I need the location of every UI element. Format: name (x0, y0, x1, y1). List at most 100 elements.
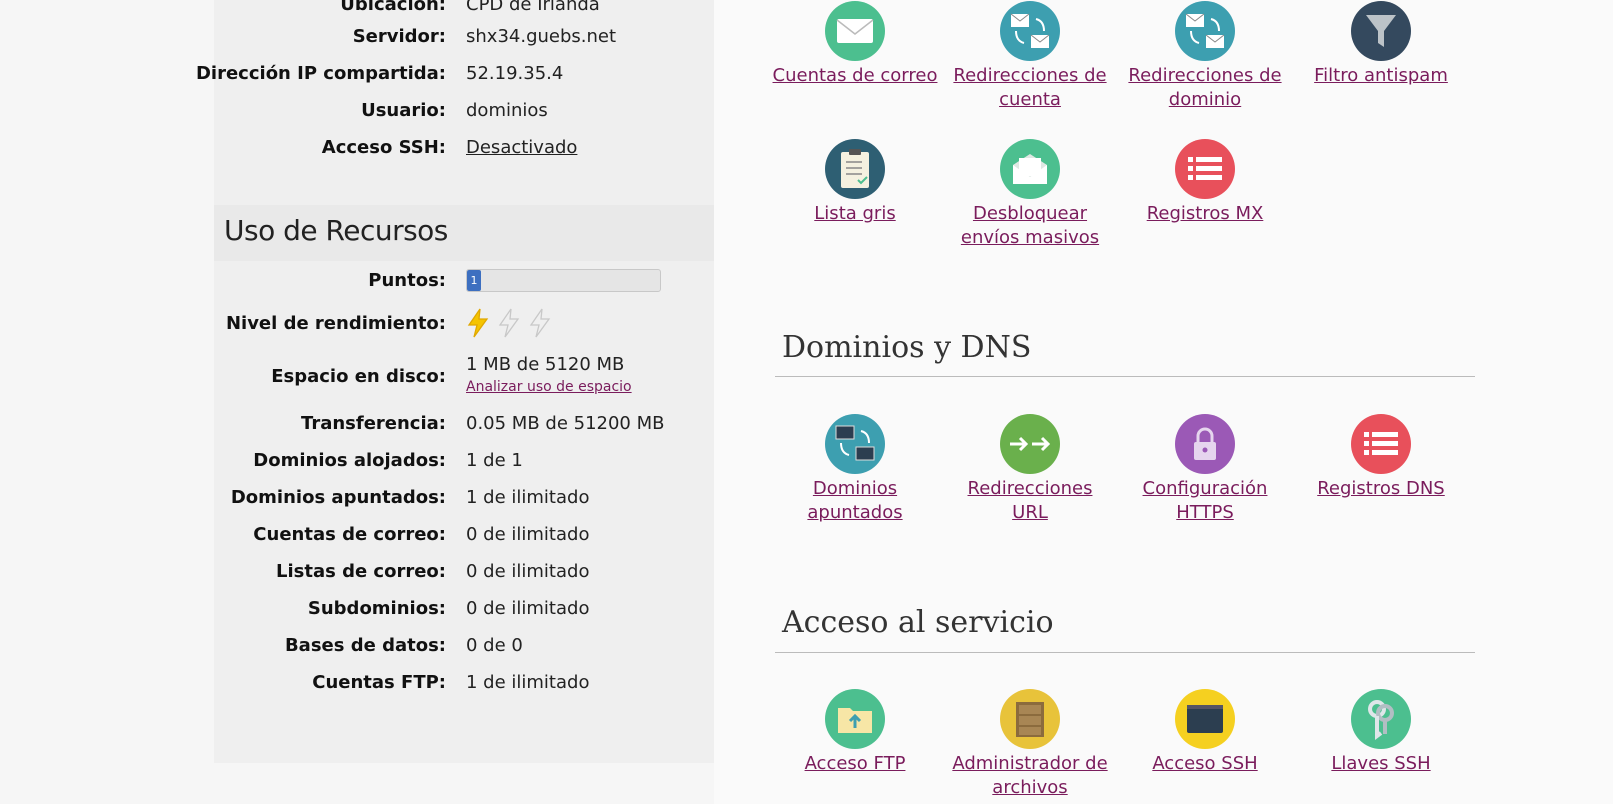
mail-redirect-icon[interactable] (1000, 1, 1060, 61)
service-tile-label-line[interactable]: Administrador de (945, 752, 1115, 776)
service-tile-label[interactable]: Filtro antispam (1296, 64, 1466, 88)
terminal-icon[interactable] (1175, 689, 1235, 749)
funnel-icon[interactable] (1351, 1, 1411, 61)
service-tile[interactable]: Registros DNS (1296, 414, 1466, 501)
service-tile-label[interactable]: Acceso FTP (770, 752, 940, 776)
service-tile-label-line[interactable]: URL (945, 501, 1115, 525)
info-label: Acceso SSH: (321, 137, 446, 158)
service-tile-label-line[interactable]: Redirecciones de (945, 64, 1115, 88)
keys-icon[interactable] (1351, 689, 1411, 749)
points-progress-bar: 1 (466, 269, 661, 292)
service-tile-label-line[interactable]: Cuentas de correo (770, 64, 940, 88)
service-tile[interactable]: Administrador de archivos (945, 689, 1115, 800)
folder-upload-icon[interactable] (825, 689, 885, 749)
padlock-icon[interactable] (1175, 414, 1235, 474)
service-tile-label[interactable]: Redirecciones de cuenta (945, 64, 1115, 112)
service-tile-label-line[interactable]: Registros MX (1120, 202, 1290, 226)
info-value: CPD de Irlanda (466, 0, 600, 15)
resource-value: 1 de ilimitado (466, 487, 590, 508)
service-tile-label-line[interactable]: apuntados (770, 501, 940, 525)
list-icon[interactable] (1351, 414, 1411, 474)
resource-row: Transferencia: 0.05 MB de 51200 MB (214, 409, 714, 439)
service-tile[interactable]: Redirecciones de cuenta (945, 1, 1115, 112)
section-divider (775, 652, 1475, 653)
service-tile-label-line[interactable]: Acceso SSH (1120, 752, 1290, 776)
resource-row: Dominios alojados: 1 de 1 (214, 446, 714, 476)
service-tile-label-line[interactable]: Configuración (1120, 477, 1290, 501)
cabinet-icon[interactable] (1000, 689, 1060, 749)
service-tile[interactable]: Acceso FTP (770, 689, 940, 776)
info-value: 52.19.35.4 (466, 63, 564, 84)
resource-value: 1 de 1 (466, 450, 523, 471)
resource-value: 0 de ilimitado (466, 598, 590, 619)
service-tile-label-line[interactable]: cuenta (945, 88, 1115, 112)
service-tile[interactable]: Cuentas de correo (770, 1, 940, 88)
open-mail-icon[interactable] (1000, 139, 1060, 199)
service-tile-label[interactable]: Registros MX (1120, 202, 1290, 226)
info-label: Servidor: (352, 26, 446, 47)
service-tile-label-line[interactable]: Dominios (770, 477, 940, 501)
service-tile-label[interactable]: Llaves SSH (1296, 752, 1466, 776)
resource-label: Nivel de rendimiento: (225, 313, 446, 334)
list-icon[interactable] (1175, 139, 1235, 199)
service-tile[interactable]: Registros MX (1120, 139, 1290, 226)
resource-value: 0 de ilimitado (466, 524, 590, 545)
service-tile-label-line[interactable]: Acceso FTP (770, 752, 940, 776)
service-tile-label-line[interactable]: dominio (1120, 88, 1290, 112)
service-tile[interactable]: Llaves SSH (1296, 689, 1466, 776)
resource-value: 0.05 MB de 51200 MB (466, 413, 665, 434)
dns-section-title: Dominios y DNS (782, 330, 1032, 365)
mail-redirect-icon[interactable] (1175, 1, 1235, 61)
service-tile[interactable]: Redirecciones URL (945, 414, 1115, 525)
service-tile-label-line[interactable]: envíos masivos (945, 226, 1115, 250)
analyze-disk-usage-link[interactable]: Analizar uso de espacio (466, 378, 632, 396)
service-tile-label-line[interactable]: Redirecciones (945, 477, 1115, 501)
ssh-status-link[interactable]: Desactivado (466, 133, 577, 163)
service-tile[interactable]: Acceso SSH (1120, 689, 1290, 776)
service-tile[interactable]: Dominios apuntados (770, 414, 940, 525)
clipboard-icon[interactable] (825, 139, 885, 199)
service-tile[interactable]: Lista gris (770, 139, 940, 226)
service-tile-label[interactable]: Configuración HTTPS (1120, 477, 1290, 525)
resource-value: 0 de ilimitado (466, 561, 590, 582)
resource-label: Espacio en disco: (271, 366, 446, 387)
service-tile-label-line[interactable]: Redirecciones de (1120, 64, 1290, 88)
service-tile-label-line[interactable]: Desbloquear (945, 202, 1115, 226)
resource-label: Cuentas de correo: (253, 524, 446, 545)
info-label: Usuario: (361, 100, 446, 121)
service-tile-label[interactable]: Acceso SSH (1120, 752, 1290, 776)
info-value: shx34.guebs.net (466, 26, 617, 47)
service-tile-label-line[interactable]: archivos (945, 776, 1115, 800)
resource-value: 0 de 0 (466, 635, 523, 656)
resources-title: Uso de Recursos (224, 214, 448, 247)
service-tile[interactable]: Configuración HTTPS (1120, 414, 1290, 525)
service-tile[interactable]: Filtro antispam (1296, 1, 1466, 88)
service-tile-label-line[interactable]: Registros DNS (1296, 477, 1466, 501)
service-tile-label[interactable]: Redirecciones de dominio (1120, 64, 1290, 112)
section-divider (775, 376, 1475, 377)
lightning-icon (466, 308, 490, 342)
service-tile-label[interactable]: Lista gris (770, 202, 940, 226)
resource-row: Subdominios: 0 de ilimitado (214, 594, 714, 624)
service-tile-label-line[interactable]: HTTPS (1120, 501, 1290, 525)
envelope-icon[interactable] (825, 1, 885, 61)
service-tile-label[interactable]: Administrador de archivos (945, 752, 1115, 800)
service-tile-label-line[interactable]: Filtro antispam (1296, 64, 1466, 88)
service-tile-label-line[interactable]: Lista gris (770, 202, 940, 226)
service-tile-label[interactable]: Registros DNS (1296, 477, 1466, 501)
resource-row: Cuentas de correo: 0 de ilimitado (214, 520, 714, 550)
info-row-user: Usuario: dominios (214, 96, 714, 126)
service-tile[interactable]: Redirecciones de dominio (1120, 1, 1290, 112)
service-tile-label[interactable]: Desbloquear envíos masivos (945, 202, 1115, 250)
resource-row: Bases de datos: 0 de 0 (214, 631, 714, 661)
service-tile-label[interactable]: Dominios apuntados (770, 477, 940, 525)
service-tile-label[interactable]: Cuentas de correo (770, 64, 940, 88)
services-panel: Cuentas de correo Redirecciones de cuenta R… (714, 0, 1613, 804)
resource-row: Cuentas FTP: 1 de ilimitado (214, 668, 714, 698)
service-tile[interactable]: Desbloquear envíos masivos (945, 139, 1115, 250)
resource-label: Subdominios: (307, 598, 446, 619)
arrows-icon[interactable] (1000, 414, 1060, 474)
service-tile-label-line[interactable]: Llaves SSH (1296, 752, 1466, 776)
monitors-icon[interactable] (825, 414, 885, 474)
service-tile-label[interactable]: Redirecciones URL (945, 477, 1115, 525)
